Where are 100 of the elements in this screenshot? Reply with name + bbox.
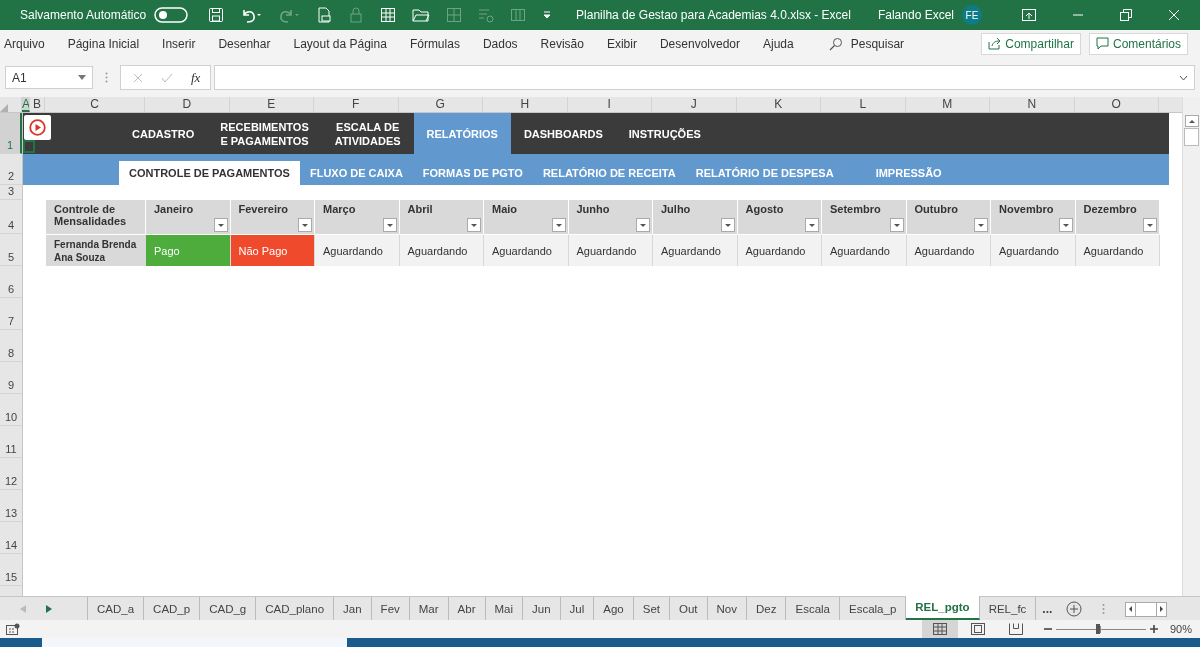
column-header[interactable]: I (567, 97, 652, 112)
lock-icon (348, 7, 365, 23)
user-avatar[interactable]: FE (962, 5, 982, 25)
ribbon-tab[interactable]: Arquivo (4, 36, 68, 51)
logo-icon[interactable] (24, 115, 51, 140)
filter-dropdown-icon[interactable] (889, 218, 904, 232)
comments-button[interactable]: Comentários (1088, 32, 1188, 55)
filter-dropdown-icon[interactable] (213, 218, 228, 232)
vertical-scrollbar[interactable] (1182, 97, 1200, 596)
ribbon-tab[interactable]: Dados (482, 36, 541, 51)
column-header[interactable]: H (483, 97, 568, 112)
row-header[interactable]: 7 (0, 298, 22, 330)
ribbon-tab[interactable]: Página Inicial (67, 36, 163, 51)
ribbon-tab[interactable]: Desenvolvedor (659, 36, 763, 51)
row-header[interactable]: 13 (0, 490, 22, 522)
grid-view-icon (932, 623, 947, 635)
filter-dropdown-icon[interactable] (720, 218, 735, 232)
ribbon-tab[interactable]: Layout da Página (293, 36, 410, 51)
search-icon[interactable] (828, 36, 843, 51)
row-header[interactable]: 9 (0, 362, 22, 394)
row-header[interactable]: 12 (0, 458, 22, 490)
menu-tab[interactable]: INSTRUÇÕES (615, 113, 714, 154)
filter-dropdown-icon[interactable] (382, 218, 397, 232)
column-header[interactable]: N (990, 97, 1075, 112)
menu-tab[interactable]: CADASTRO (119, 113, 208, 154)
share-button[interactable]: Compartilhar (981, 32, 1081, 55)
column-header[interactable]: L (821, 97, 906, 112)
undo-icon[interactable] (240, 7, 263, 23)
insert-function-button[interactable]: fx (191, 69, 201, 86)
ribbon-display-icon[interactable] (1022, 9, 1036, 21)
column-header[interactable]: O (1074, 97, 1159, 112)
row-header[interactable]: 1 (0, 113, 22, 154)
zoom-level[interactable]: 90% (1169, 623, 1192, 635)
zoom-in-icon[interactable] (1149, 625, 1158, 633)
row-header[interactable]: 10 (0, 394, 22, 426)
share-icon (988, 37, 1002, 50)
formula-input[interactable] (214, 65, 1195, 90)
column-header[interactable]: G (398, 97, 483, 112)
row-header[interactable]: 3 (0, 185, 22, 200)
column-header[interactable]: F (314, 97, 399, 112)
row-header[interactable]: 11 (0, 426, 22, 458)
row-header[interactable]: 8 (0, 330, 22, 362)
row-header[interactable]: 5 (0, 234, 22, 266)
restore-icon[interactable] (1120, 9, 1132, 21)
search-label[interactable]: Pesquisar (850, 36, 905, 51)
row-header[interactable]: 14 (0, 522, 22, 554)
ribbon-tab[interactable]: Revisão (540, 36, 607, 51)
filter-dropdown-icon[interactable] (805, 218, 819, 232)
menu-tab[interactable]: RECEBIMENTOS E PAGAMENTOS (207, 113, 322, 154)
close-icon[interactable] (1168, 9, 1180, 21)
table-icon[interactable] (380, 7, 397, 23)
print-preview-icon[interactable] (316, 7, 333, 23)
filter-dropdown-icon[interactable] (974, 218, 988, 232)
ribbon-tab[interactable]: Inserir (162, 36, 219, 51)
zoom-slider[interactable] (1055, 623, 1146, 635)
save-icon[interactable] (208, 7, 225, 23)
row-header[interactable]: 15 (0, 554, 22, 586)
ribbon-tab[interactable]: Ajuda (763, 36, 817, 51)
payment-status-cell: Aguardando (568, 234, 653, 266)
row-header[interactable]: 4 (0, 200, 22, 234)
filter-dropdown-icon[interactable] (1058, 218, 1073, 232)
filter-dropdown-icon[interactable] (1143, 218, 1157, 232)
column-header[interactable]: J (652, 97, 737, 112)
autosave-toggle[interactable] (154, 7, 189, 23)
next-sheet-icon[interactable] (46, 604, 52, 613)
filter-dropdown-icon[interactable] (636, 218, 650, 232)
payment-status-cell: Não Pago (230, 234, 315, 266)
zoom-slider-thumb[interactable] (1096, 624, 1101, 634)
macro-recording-icon[interactable] (6, 623, 20, 635)
month-header: Setembro (830, 203, 881, 215)
expand-icon[interactable] (1179, 74, 1188, 81)
menu-tab[interactable]: ESCALA DE ATIVIDADES (321, 113, 414, 154)
normal-view-button[interactable] (921, 620, 958, 638)
sheet-tab[interactable]: REL_pgto (906, 596, 980, 620)
column-header[interactable]: E (229, 97, 314, 112)
ribbon-tab[interactable]: Fórmulas (409, 36, 483, 51)
more-options-icon[interactable] (105, 72, 108, 83)
more-sheets-button[interactable]: ... (1042, 601, 1053, 616)
menu-tab[interactable]: DASHBOARDS (510, 113, 616, 154)
column-header[interactable]: C (45, 97, 145, 112)
filter-dropdown-icon[interactable] (298, 218, 312, 232)
scrollbar-thumb[interactable] (1184, 128, 1199, 146)
column-header[interactable]: B (30, 97, 45, 112)
horizontal-scrollbar[interactable] (1125, 600, 1168, 617)
filter-dropdown-icon[interactable] (551, 218, 566, 232)
ribbon-tab[interactable]: Desenhar (218, 36, 294, 51)
filter-dropdown-icon[interactable] (467, 218, 481, 232)
column-header[interactable]: D (145, 97, 230, 112)
zoom-out-icon[interactable] (1043, 625, 1052, 633)
column-header[interactable]: M (905, 97, 990, 112)
folder-icon[interactable] (412, 7, 431, 23)
row-header[interactable]: 2 (0, 154, 22, 185)
add-sheet-icon[interactable] (1066, 600, 1083, 617)
column-header[interactable]: K (736, 97, 821, 112)
name-box[interactable]: A1 (5, 66, 93, 89)
month-header: Maio (492, 203, 518, 215)
scroll-up-icon[interactable] (1184, 115, 1199, 127)
row-header[interactable]: 6 (0, 266, 22, 298)
submenu-tab[interactable]: CONTROLE DE PAGAMENTOS (119, 161, 300, 185)
ribbon-tab[interactable]: Exibir (606, 36, 660, 51)
